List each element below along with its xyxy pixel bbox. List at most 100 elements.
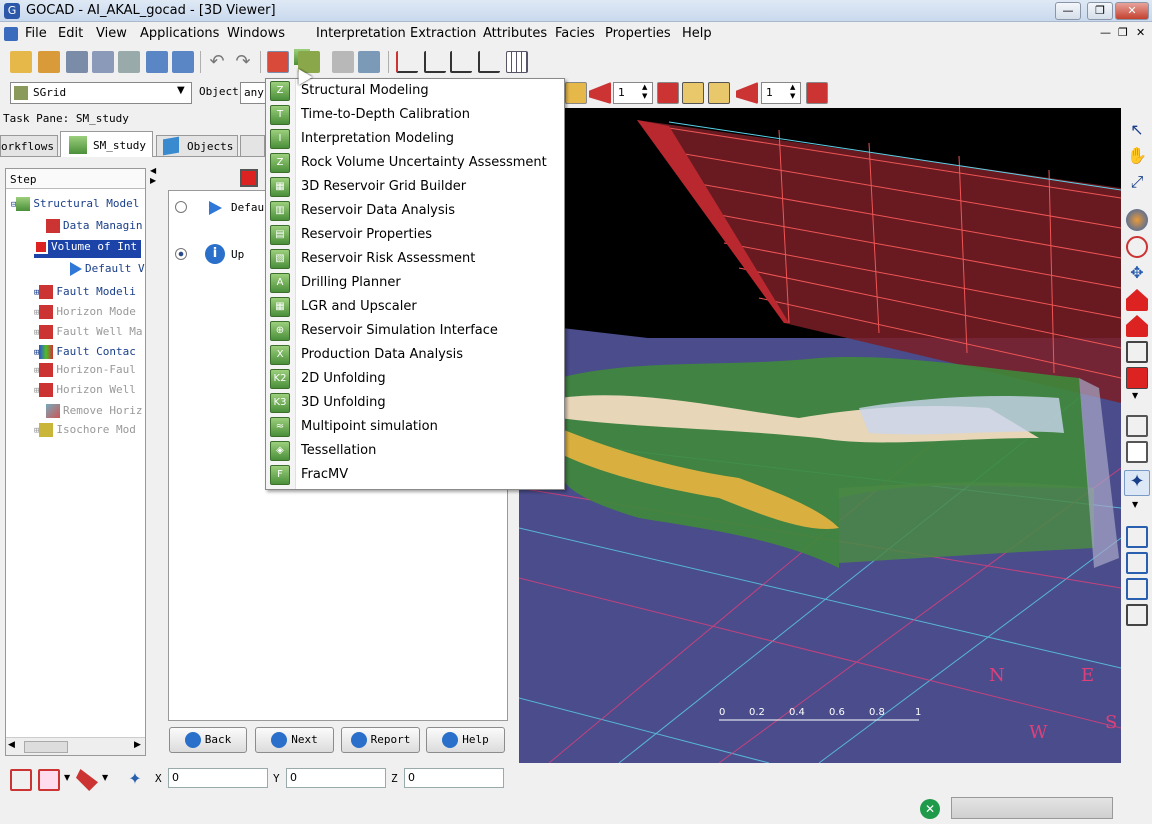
menu-view[interactable]: View bbox=[96, 26, 127, 41]
database-icon[interactable] bbox=[118, 51, 140, 73]
tab-extra[interactable] bbox=[240, 135, 265, 157]
menu-item-reservoir-data-analysis[interactable]: ▥ Reservoir Data Analysis bbox=[266, 199, 564, 223]
menu-facies[interactable]: Facies bbox=[555, 26, 595, 41]
menu-item-reservoir-risk[interactable]: ▧ Reservoir Risk Assessment bbox=[266, 247, 564, 271]
find-replace-icon[interactable] bbox=[172, 51, 194, 73]
menu-item-time-to-depth[interactable]: T Time-to-Depth Calibration bbox=[266, 103, 564, 127]
copy-icon[interactable] bbox=[1126, 441, 1148, 463]
tab-workflows[interactable]: orkflows bbox=[0, 135, 58, 157]
undo-icon[interactable]: ↶ bbox=[206, 51, 228, 73]
section-toggle-icon[interactable] bbox=[682, 82, 704, 104]
spreadsheet-icon[interactable] bbox=[506, 51, 528, 73]
chevron-down-icon[interactable]: ▼ bbox=[1132, 500, 1138, 509]
cube-blue-icon[interactable] bbox=[1126, 526, 1148, 548]
x-coordinate-field[interactable]: 0 bbox=[168, 768, 268, 788]
cut-plane-icon[interactable] bbox=[565, 82, 587, 104]
menu-item-fracmv[interactable]: F FracMV bbox=[266, 463, 564, 487]
tab-objects[interactable]: Objects bbox=[156, 135, 238, 157]
restore-button[interactable]: ❐ bbox=[1087, 2, 1113, 20]
menu-item-production-data[interactable]: X Production Data Analysis bbox=[266, 343, 564, 367]
z-coordinate-field[interactable]: 0 bbox=[404, 768, 504, 788]
tree-item-horizon-modeling[interactable]: ⊞ Horizon Mode bbox=[34, 305, 136, 323]
slice-spin-2[interactable]: 1 ▲ ▼ bbox=[761, 82, 801, 104]
chevron-down-icon[interactable]: ▼ bbox=[64, 773, 70, 782]
tree-item-isochore-modeling[interactable]: ⊞ Isochore Mod bbox=[34, 423, 136, 441]
tree-item-structural-model[interactable]: ⊟ Structural Model bbox=[11, 197, 139, 215]
grid-box-2-icon[interactable] bbox=[38, 769, 60, 791]
center-view-icon[interactable]: ✥ bbox=[1126, 263, 1148, 285]
paint-icon[interactable] bbox=[76, 769, 98, 791]
zoom-icon[interactable] bbox=[1126, 236, 1148, 258]
tree-item-data-managing[interactable]: Data Managin bbox=[46, 219, 142, 237]
tree-item-horizon-fault[interactable]: ⊞ Horizon-Faul bbox=[34, 363, 136, 381]
y-coordinate-field[interactable]: 0 bbox=[286, 768, 386, 788]
zoom-box-icon[interactable]: ⤢ bbox=[1126, 172, 1148, 194]
object-type-dropdown[interactable]: SGrid ▼ bbox=[10, 82, 192, 104]
chevron-down-icon[interactable]: ▼ bbox=[102, 773, 108, 782]
slice-spin-1[interactable]: 1 ▲ ▼ bbox=[613, 82, 653, 104]
tree-item-fault-well-markers[interactable]: ⊞ Fault Well Ma bbox=[34, 325, 143, 343]
help-button[interactable]: Help bbox=[426, 727, 505, 753]
next-button[interactable]: Next bbox=[255, 727, 334, 753]
scroll-thumb[interactable] bbox=[24, 741, 68, 753]
object-filter-dropdown[interactable]: any bbox=[240, 82, 268, 104]
transfer-icon[interactable] bbox=[332, 51, 354, 73]
radio-default[interactable] bbox=[175, 201, 187, 213]
layers-icon[interactable] bbox=[1126, 415, 1148, 437]
red-section-2-icon[interactable] bbox=[806, 82, 828, 104]
open-folder-icon[interactable] bbox=[10, 51, 32, 73]
menu-extraction[interactable]: Extraction bbox=[410, 26, 476, 41]
tree-item-remove-horizon[interactable]: Remove Horiz bbox=[46, 404, 142, 422]
menu-item-3d-unfolding[interactable]: K3 3D Unfolding bbox=[266, 391, 564, 415]
curve-plot-icon[interactable] bbox=[478, 51, 500, 73]
save-icon[interactable] bbox=[66, 51, 88, 73]
menu-item-tessellation[interactable]: ◈ Tessellation bbox=[266, 439, 564, 463]
mdi-close-icon[interactable]: ✕ bbox=[1136, 26, 1145, 39]
select-pointer-icon[interactable]: ↖ bbox=[1126, 120, 1148, 142]
back-button[interactable]: Back bbox=[169, 727, 247, 753]
menu-properties[interactable]: Properties bbox=[605, 26, 671, 41]
pick-icon[interactable]: ✦ bbox=[124, 769, 146, 791]
home-view-2-icon[interactable] bbox=[1126, 315, 1148, 337]
pan-hand-icon[interactable]: ✋ bbox=[1126, 146, 1148, 168]
report-button[interactable]: Report bbox=[341, 727, 420, 753]
menu-windows[interactable]: Windows bbox=[227, 26, 285, 41]
minimize-button[interactable]: — bbox=[1055, 2, 1081, 20]
scroll-left-icon[interactable]: ◀ bbox=[8, 740, 15, 750]
menu-item-structural-modeling[interactable]: Z Structural Modeling bbox=[266, 79, 564, 103]
tab-sm-study[interactable]: SM_study bbox=[60, 131, 153, 157]
menu-edit[interactable]: Edit bbox=[58, 26, 83, 41]
menu-help[interactable]: Help bbox=[682, 26, 712, 41]
crossplot-icon[interactable] bbox=[424, 51, 446, 73]
tree-item-fault-contacts[interactable]: ⊞ Fault Contac bbox=[34, 345, 136, 363]
save-all-icon[interactable] bbox=[92, 51, 114, 73]
radio-up[interactable] bbox=[175, 248, 187, 260]
home-view-icon[interactable] bbox=[1126, 289, 1148, 311]
3d-viewer[interactable]: 0 0.2 0.4 0.6 0.8 1 N E W S bbox=[519, 108, 1121, 763]
cube-outline-icon[interactable] bbox=[1126, 604, 1148, 626]
red-box-icon[interactable] bbox=[1126, 367, 1148, 389]
menu-item-2d-unfolding[interactable]: K2 2D Unfolding bbox=[266, 367, 564, 391]
tree-item-default-volume[interactable]: Default V bbox=[70, 262, 145, 280]
horizontal-scrollbar[interactable]: ◀ ▶ bbox=[6, 737, 145, 755]
workflow-applications-icon[interactable] bbox=[267, 51, 289, 73]
splitter-arrows[interactable]: ◀ ▶ bbox=[150, 166, 158, 196]
menu-item-interpretation-modeling[interactable]: I Interpretation Modeling bbox=[266, 127, 564, 151]
menu-item-grid-builder[interactable]: ▦ 3D Reservoir Grid Builder bbox=[266, 175, 564, 199]
scene-canvas[interactable]: 0 0.2 0.4 0.6 0.8 1 N E W S bbox=[519, 108, 1121, 763]
menu-file[interactable]: File bbox=[25, 26, 47, 41]
histogram-icon[interactable] bbox=[396, 51, 418, 73]
panel-icon[interactable] bbox=[358, 51, 380, 73]
red-section-icon[interactable] bbox=[657, 82, 679, 104]
menu-attributes[interactable]: Attributes bbox=[483, 26, 547, 41]
cube-blue-2-icon[interactable] bbox=[1126, 552, 1148, 574]
scroll-right-icon[interactable]: ▶ bbox=[134, 740, 141, 750]
tree-item-fault-modeling[interactable]: ⊞ Fault Modeli bbox=[34, 285, 136, 303]
menu-item-simulation-interface[interactable]: ⊕ Reservoir Simulation Interface bbox=[266, 319, 564, 343]
menu-item-rock-volume[interactable]: Z Rock Volume Uncertainty Assessment bbox=[266, 151, 564, 175]
close-button[interactable]: ✕ bbox=[1115, 2, 1149, 20]
section-toggle-2-icon[interactable] bbox=[708, 82, 730, 104]
red-plane-2-icon[interactable] bbox=[736, 82, 758, 104]
mdi-minimize-icon[interactable]: — bbox=[1100, 26, 1111, 39]
menu-item-multipoint[interactable]: ≈ Multipoint simulation bbox=[266, 415, 564, 439]
